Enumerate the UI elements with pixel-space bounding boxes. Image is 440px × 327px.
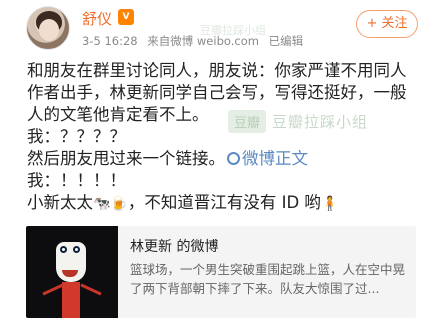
- post-line-with-emoji: 小新太太🐄🍺，不知道晋江有没有 ID 哟 🧍: [27, 192, 427, 215]
- username[interactable]: 舒仪: [82, 8, 112, 29]
- post-line: 我：！！！！: [27, 171, 126, 190]
- edited-label: 已编辑: [268, 34, 304, 48]
- post-line: 人的文笔他肯定看不上。: [27, 105, 209, 124]
- post-line: 我：？？？？: [27, 127, 126, 146]
- shared-weibo-card[interactable]: 林更新 的微博 篮球场，一个男生突破重围起跳上篮，人在空中晃了两下背部朝下摔了下…: [26, 226, 416, 318]
- cow-emoji-icon: 🐄🍺: [93, 196, 128, 212]
- user-avatar[interactable]: [26, 6, 70, 50]
- weibo-link[interactable]: 微博正文: [225, 149, 308, 168]
- card-title: 林更新 的微博: [130, 239, 219, 255]
- post-line: 和朋友在群里讨论同人，朋友说：你家严谨不用同人: [27, 61, 407, 80]
- card-thumbnail: [26, 226, 118, 318]
- vip-badge-icon: V: [118, 9, 134, 25]
- weibo-link-label: 微博正文: [242, 149, 308, 168]
- post-text: ，不知道晋江有没有 ID 哟: [127, 193, 321, 212]
- post-body: 和朋友在群里讨论同人，朋友说：你家严谨不用同人 作者出手，林更新同学自己会写，写…: [27, 60, 427, 215]
- link-icon: [227, 152, 240, 165]
- card-description: 篮球场，一个男生突破重围起跳上篮，人在空中晃了两下背部朝下摔了下来。队友大惊围了…: [130, 262, 406, 296]
- post-date: 3-5 16:28: [82, 34, 138, 48]
- post-source: 来自微博 weibo.com: [147, 34, 259, 48]
- person-emoji-icon: 🧍: [320, 196, 339, 212]
- post-text: 然后朋友甩过来一个链接。: [27, 149, 225, 168]
- post-line: 作者出手，林更新同学自己会写，写得还挺好，一般: [27, 83, 407, 102]
- post-line-with-link: 然后朋友甩过来一个链接。 微博正文: [27, 148, 427, 170]
- post-header: 舒仪 V 豆瓣拉踩小组 3-5 16:28 来自微博 weibo.com 已编辑…: [0, 0, 440, 52]
- follow-button[interactable]: + 关注: [356, 10, 418, 38]
- post-meta: 3-5 16:28 来自微博 weibo.com 已编辑: [82, 33, 309, 49]
- post-text: 小新太太: [27, 193, 93, 212]
